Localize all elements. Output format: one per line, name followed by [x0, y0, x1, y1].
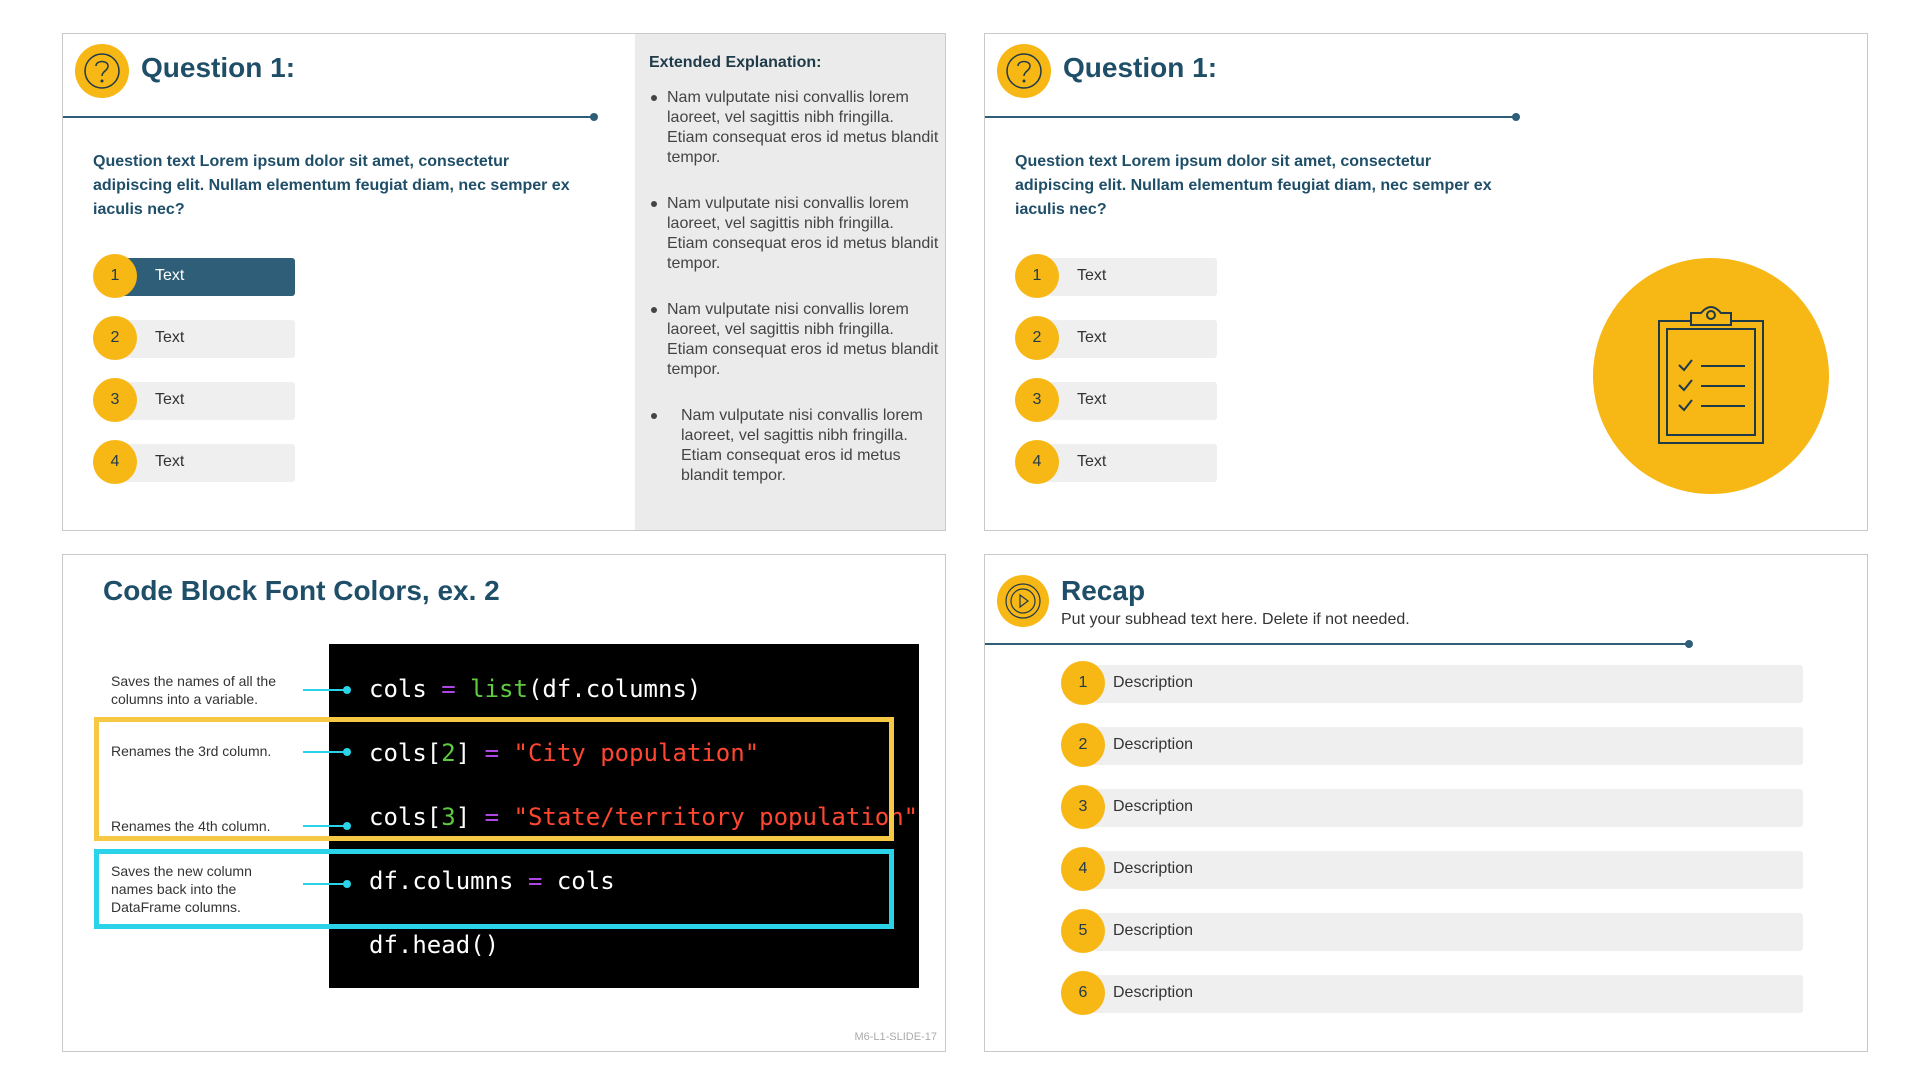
- option-label: Text: [1077, 391, 1107, 408]
- explanation-panel: Extended Explanation: Nam vulputate nisi…: [635, 34, 945, 530]
- question-mark-icon: [997, 44, 1051, 98]
- option-number-badge: 1: [1015, 254, 1059, 298]
- recap-item-label: Description: [1113, 674, 1194, 691]
- explanation-list: Nam vulputate nisi convallis lorem laore…: [649, 88, 939, 512]
- recap-item-label: Description: [1113, 798, 1194, 815]
- option-label: Text: [1077, 453, 1107, 470]
- title-divider: [63, 113, 598, 121]
- explanation-item: Nam vulputate nisi convallis lorem laore…: [649, 194, 939, 274]
- recap-item-4: 4 Description: [1061, 847, 1803, 891]
- recap-title: Recap: [1061, 575, 1146, 606]
- play-icon: [997, 575, 1049, 627]
- option-number-badge: 3: [1015, 378, 1059, 422]
- question-title: Question 1:: [1063, 52, 1218, 83]
- answer-option-4[interactable]: 4 Text: [1015, 440, 1217, 484]
- option-label: Text: [155, 391, 185, 408]
- recap-number-badge: 3: [1061, 785, 1105, 829]
- option-number-badge: 2: [93, 316, 137, 360]
- answer-option-1[interactable]: 1 Text: [93, 254, 295, 298]
- option-label: Text: [1077, 329, 1107, 346]
- annotation-1: Saves the names of all the columns into …: [111, 673, 276, 707]
- recap-number-badge: 5: [1061, 909, 1105, 953]
- code-line-5: df.head(): [369, 931, 500, 959]
- answer-option-2[interactable]: 2 Text: [93, 316, 295, 360]
- slide-code-block[interactable]: Code Block Font Colors, ex. 2 cols = lis…: [62, 554, 946, 1052]
- annotation-3: Renames the 4th column.: [111, 818, 271, 834]
- option-label: Text: [155, 329, 185, 346]
- answer-option-bar: [115, 382, 295, 420]
- answer-option-bar: [1037, 320, 1217, 358]
- title-divider: [985, 640, 1693, 648]
- recap-item-3: 3 Description: [1061, 785, 1803, 829]
- slide-question-with-explanation[interactable]: Question 1: Question text Lorem ipsum do…: [62, 33, 946, 531]
- option-number-badge: 4: [93, 440, 137, 484]
- code-line-1: cols = list(df.columns): [369, 675, 702, 703]
- answer-option-bar: [115, 258, 295, 296]
- question-title: Question 1:: [141, 52, 296, 83]
- option-number-badge: 3: [93, 378, 137, 422]
- answer-option-3[interactable]: 3 Text: [93, 378, 295, 422]
- answer-option-bar: [1037, 444, 1217, 482]
- title-divider: [985, 113, 1520, 121]
- recap-item-label: Description: [1113, 922, 1194, 939]
- option-number-badge: 1: [93, 254, 137, 298]
- explanation-item: Nam vulputate nisi convallis lorem laore…: [649, 300, 939, 380]
- explanation-heading: Extended Explanation:: [649, 54, 822, 71]
- explanation-item: Nam vulputate nisi convallis lorem laore…: [649, 406, 939, 486]
- annotation-4: Saves the new column names back into the…: [111, 863, 252, 915]
- recap-item-label: Description: [1113, 984, 1194, 1001]
- answer-option-1[interactable]: 1 Text: [1015, 254, 1217, 298]
- recap-number-badge: 2: [1061, 723, 1105, 767]
- annotation-connector: [303, 822, 351, 830]
- answer-option-bar: [115, 320, 295, 358]
- option-label: Text: [155, 267, 185, 284]
- annotation-2: Renames the 3rd column.: [111, 743, 272, 759]
- recap-item-6: 6 Description: [1061, 971, 1803, 1015]
- answer-option-bar: [1037, 258, 1217, 296]
- recap-number-badge: 1: [1061, 661, 1105, 705]
- recap-item-label: Description: [1113, 860, 1194, 877]
- recap-number-badge: 4: [1061, 847, 1105, 891]
- annotation-connector: [303, 748, 351, 756]
- recap-subhead: Put your subhead text here. Delete if no…: [1061, 611, 1410, 628]
- slide-title: Code Block Font Colors, ex. 2: [103, 575, 500, 606]
- question-text: Question text Lorem ipsum dolor sit amet…: [93, 153, 570, 218]
- explanation-item: Nam vulputate nisi convallis lorem laore…: [649, 88, 939, 168]
- recap-item-1: 1 Description: [1061, 661, 1803, 705]
- recap-item-5: 5 Description: [1061, 909, 1803, 953]
- question-mark-icon: [75, 44, 129, 98]
- question-text: Question text Lorem ipsum dolor sit amet…: [1015, 153, 1492, 218]
- annotation-connector: [303, 686, 351, 694]
- option-label: Text: [1077, 267, 1107, 284]
- answer-option-3[interactable]: 3 Text: [1015, 378, 1217, 422]
- answer-option-bar: [1037, 382, 1217, 420]
- recap-item-2: 2 Description: [1061, 723, 1803, 767]
- option-label: Text: [155, 453, 185, 470]
- option-number-badge: 4: [1015, 440, 1059, 484]
- answer-option-bar: [115, 444, 295, 482]
- recap-item-label: Description: [1113, 736, 1194, 753]
- answer-option-4[interactable]: 4 Text: [93, 440, 295, 484]
- clipboard-checklist-icon: [1593, 258, 1829, 494]
- option-number-badge: 2: [1015, 316, 1059, 360]
- slide-id: M6-L1-SLIDE-17: [854, 1031, 937, 1043]
- answer-option-2[interactable]: 2 Text: [1015, 316, 1217, 360]
- recap-number-badge: 6: [1061, 971, 1105, 1015]
- annotation-connector: [303, 880, 351, 888]
- slide-question-with-illustration[interactable]: Question 1: Question text Lorem ipsum do…: [984, 33, 1868, 531]
- slide-recap[interactable]: Recap Put your subhead text here. Delete…: [984, 554, 1868, 1052]
